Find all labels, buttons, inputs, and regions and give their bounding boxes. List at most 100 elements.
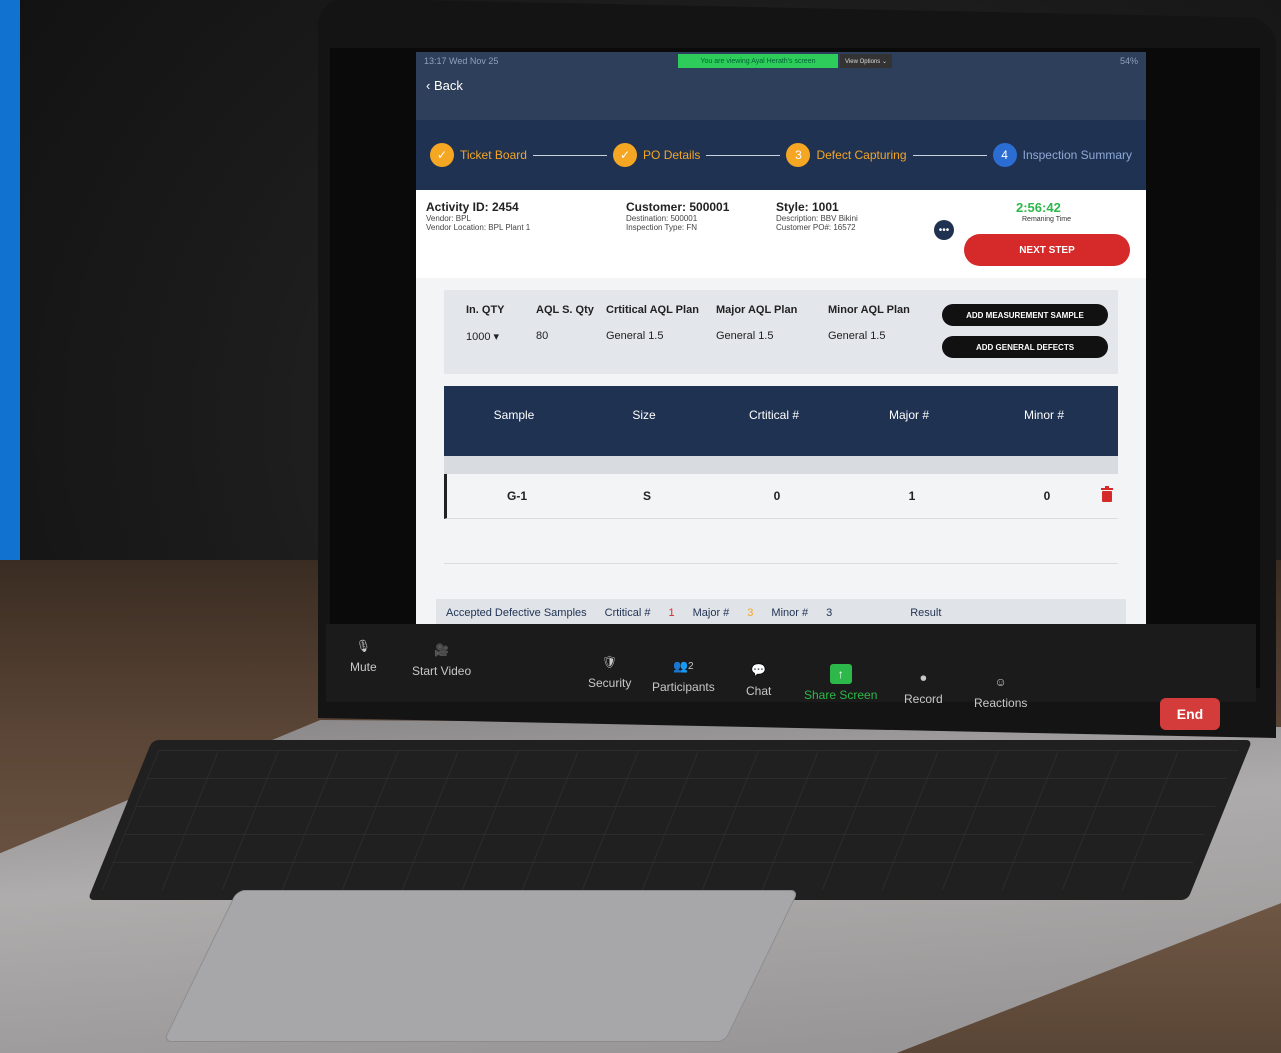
zoom-meeting-toolbar: 🎙 Mute 🎥 Start Video 🛡 Security 👥 2 Parti… [326, 624, 1256, 730]
summary-critical-value: 1 [668, 607, 675, 619]
chat-button[interactable]: 💬 Chat [746, 660, 771, 698]
activity-id: Activity ID: 2454 [426, 200, 519, 214]
step-label: PO Details [643, 148, 701, 162]
column-header: Size [632, 408, 656, 422]
step-inspection-summary[interactable]: 4 Inspection Summary [992, 143, 1132, 167]
step-connector [912, 154, 987, 156]
step-ticket-board[interactable]: ✓ Ticket Board [430, 143, 527, 167]
step-number: 3 [786, 143, 811, 167]
status-time: 13:17 Wed Nov 25 [424, 56, 499, 66]
summary-result-label: Result [910, 607, 942, 619]
laptop-trackpad [162, 890, 800, 1042]
add-general-defects-button[interactable]: ADD GENERAL DEFECTS [942, 336, 1108, 358]
laptop-keyboard [87, 740, 1253, 900]
check-icon: ✓ [613, 143, 638, 167]
summary-minor-label: Minor # [771, 607, 809, 619]
timer-label: Remaning Time [1022, 216, 1072, 223]
progress-stepper: ✓ Ticket Board ✓ PO Details 3 Defect Cap… [416, 120, 1146, 190]
column-header: Crtitical # [748, 408, 799, 422]
customer: Customer: 500001 [626, 200, 730, 214]
share-screen-button[interactable]: ↑ Share Screen [804, 664, 877, 702]
participants-label: Participants [652, 680, 715, 694]
next-step-button[interactable]: NEXT STEP [964, 234, 1130, 266]
record-button[interactable]: ⏺ Record [904, 668, 943, 707]
aql-sample-qty-value: 80 [536, 330, 549, 342]
start-video-button[interactable]: 🎥 Start Video [412, 640, 471, 678]
back-label: Back [433, 78, 463, 93]
cell-major: 1 [908, 489, 916, 503]
security-label: Security [588, 676, 632, 690]
end-meeting-button[interactable]: End [1160, 698, 1220, 730]
laptop-screen: 13:17 Wed Nov 25 54% You are viewing Aya… [330, 48, 1260, 688]
step-label: Defect Capturing [816, 148, 907, 162]
in-qty-label: In. QTY [466, 304, 505, 316]
trash-icon[interactable] [1100, 486, 1114, 502]
summary-critical-label: Crtitical # [604, 607, 651, 619]
table-row[interactable]: G-1 S 0 1 0 [444, 474, 1118, 519]
summary-label: Accepted Defective Samples [446, 607, 587, 619]
mute-button[interactable]: 🎙 Mute [350, 636, 377, 674]
inspection-type: Inspection Type: FN [626, 223, 697, 232]
brand-accent-strip [0, 0, 20, 652]
description: Description: BBV Bikini [776, 214, 858, 223]
critical-aql-value: General 1.5 [606, 330, 664, 342]
reactions-button[interactable]: ☺ Reactions [974, 672, 1027, 710]
table-row-empty [444, 519, 1118, 564]
step-po-details[interactable]: ✓ PO Details [613, 143, 700, 167]
reactions-label: Reactions [974, 696, 1028, 710]
microphone-icon: 🎙 [355, 639, 371, 653]
caret-down-icon: ▾ [493, 331, 500, 343]
style: Style: 1001 [776, 200, 839, 214]
column-header: Sample [493, 408, 535, 422]
column-header: Minor # [1023, 408, 1064, 422]
start-video-label: Start Video [412, 664, 472, 678]
step-label: Inspection Summary [1022, 148, 1132, 162]
check-icon: ✓ [430, 143, 454, 167]
record-icon: ⏺ [920, 670, 927, 685]
summary-major-label: Major # [692, 607, 730, 619]
security-button[interactable]: 🛡 Security [588, 652, 631, 690]
destination: Destination: 500001 [626, 214, 698, 223]
chat-label: Chat [746, 684, 772, 698]
step-number: 4 [992, 143, 1017, 167]
smiley-plus-icon: ☺ [994, 675, 1007, 689]
people-icon: 👥 2 [673, 659, 694, 673]
in-qty-select[interactable]: 1000 ▾ [466, 330, 505, 343]
participants-count: 2 [688, 660, 694, 672]
back-button[interactable]: ‹ Back [426, 78, 463, 93]
shield-icon: 🛡 [602, 655, 618, 669]
cell-size: S [642, 489, 651, 503]
minor-aql-label: Minor AQL Plan [828, 304, 910, 316]
remaining-timer: 2:56:42 [1016, 200, 1061, 215]
share-screen-icon: ↑ [829, 664, 852, 684]
minor-aql-value: General 1.5 [828, 330, 886, 342]
share-screen-label: Share Screen [804, 688, 878, 702]
add-measurement-sample-button[interactable]: ADD MEASUREMENT SAMPLE [942, 304, 1108, 326]
record-label: Record [904, 692, 943, 706]
accepted-defects-summary: Accepted Defective Samples Crtitical # 1… [436, 599, 1126, 627]
participants-button[interactable]: 👥 2 Participants [652, 656, 715, 694]
aql-sample-qty-label: AQL S. Qty [536, 304, 594, 316]
cell-sample: G-1 [506, 489, 527, 503]
app-topbar: ‹ Back [416, 70, 1146, 120]
summary-minor-value: 3 [826, 607, 833, 619]
screen-share-banner: You are viewing Ayal Herath's screen [678, 54, 838, 68]
video-off-icon: 🎥 [434, 643, 450, 657]
major-aql-label: Major AQL Plan [716, 304, 798, 316]
critical-aql-label: Crtitical AQL Plan [606, 304, 699, 316]
vendor: Vendor: BPL [426, 214, 471, 223]
view-options-button[interactable]: View Options ⌄ [840, 54, 892, 68]
activity-info-panel: Activity ID: 2454 Vendor: BPL Vendor Loc… [416, 190, 1146, 278]
step-connector [706, 154, 781, 156]
step-defect-capturing[interactable]: 3 Defect Capturing [786, 143, 907, 167]
customer-po: Customer PO#: 16572 [776, 223, 856, 232]
cell-minor: 0 [1043, 489, 1051, 503]
chat-bubble-icon: 💬 [751, 663, 767, 677]
aql-plan-panel: In. QTY 1000 ▾ AQL S. Qty 80 Crtitical A… [444, 290, 1118, 374]
battery-indicator: 54% [1119, 56, 1138, 66]
more-options-icon[interactable]: ••• [934, 220, 954, 240]
step-label: Ticket Board [460, 148, 527, 162]
table-header: Sample Size Crtitical # Major # Minor # [444, 386, 1118, 456]
chevron-left-icon: ‹ [426, 78, 431, 93]
mute-label: Mute [350, 660, 377, 674]
